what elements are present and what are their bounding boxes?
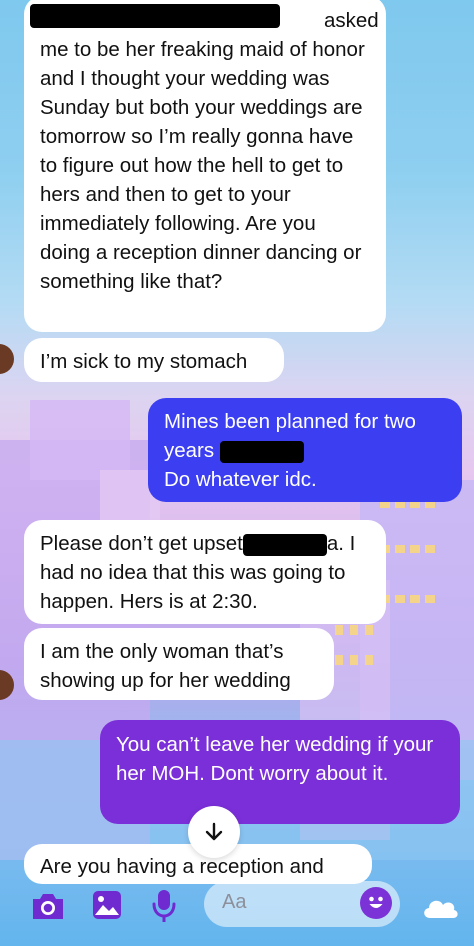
- redaction-bar: [30, 4, 280, 28]
- redaction-bar: [219, 440, 304, 463]
- message-text-part: a. I: [326, 532, 356, 555]
- message-text: had no idea that this was going to happe…: [40, 561, 346, 613]
- message-text-part: Please don’t get upset: [40, 532, 243, 555]
- scroll-to-bottom-button[interactable]: [188, 806, 240, 858]
- message-text-line-wrap: Please don’t get upset a. I: [40, 529, 370, 558]
- message-text-line-wrap: years: [164, 436, 446, 465]
- message-text-line: Do whatever idc.: [164, 468, 317, 491]
- camera-icon[interactable]: [30, 890, 66, 922]
- smiley-icon: [369, 896, 383, 908]
- message-text-line: years: [164, 439, 215, 462]
- message-text: I’m sick to my stomach: [40, 350, 248, 373]
- message-text: You can’t leave her wedding if your her …: [116, 733, 434, 785]
- microphone-icon[interactable]: [152, 888, 176, 924]
- message-text: I am the only woman that’s showing up fo…: [40, 640, 291, 692]
- message-text: asked me to be her freaking maid of hono…: [40, 9, 379, 293]
- message-bubble-received[interactable]: I am the only woman that’s showing up fo…: [24, 628, 334, 700]
- message-bubble-sent[interactable]: You can’t leave her wedding if your her …: [100, 720, 460, 824]
- message-bubble-received[interactable]: I’m sick to my stomach: [24, 338, 284, 382]
- arrow-down-icon: [205, 822, 223, 841]
- message-bubble-sent[interactable]: Mines been planned for two years Do what…: [148, 398, 462, 502]
- message-text-line: Mines been planned for two: [164, 410, 416, 433]
- image-icon[interactable]: [92, 890, 122, 920]
- cloud-icon[interactable]: [420, 894, 460, 920]
- emoji-button[interactable]: [360, 887, 392, 919]
- message-bubble-received[interactable]: asked me to be her freaking maid of hono…: [24, 0, 386, 332]
- message-input-placeholder: Aa: [222, 891, 247, 913]
- redaction-bar: [242, 533, 327, 556]
- message-bubble-received[interactable]: Please don’t get upset a. I had no idea t…: [24, 520, 386, 624]
